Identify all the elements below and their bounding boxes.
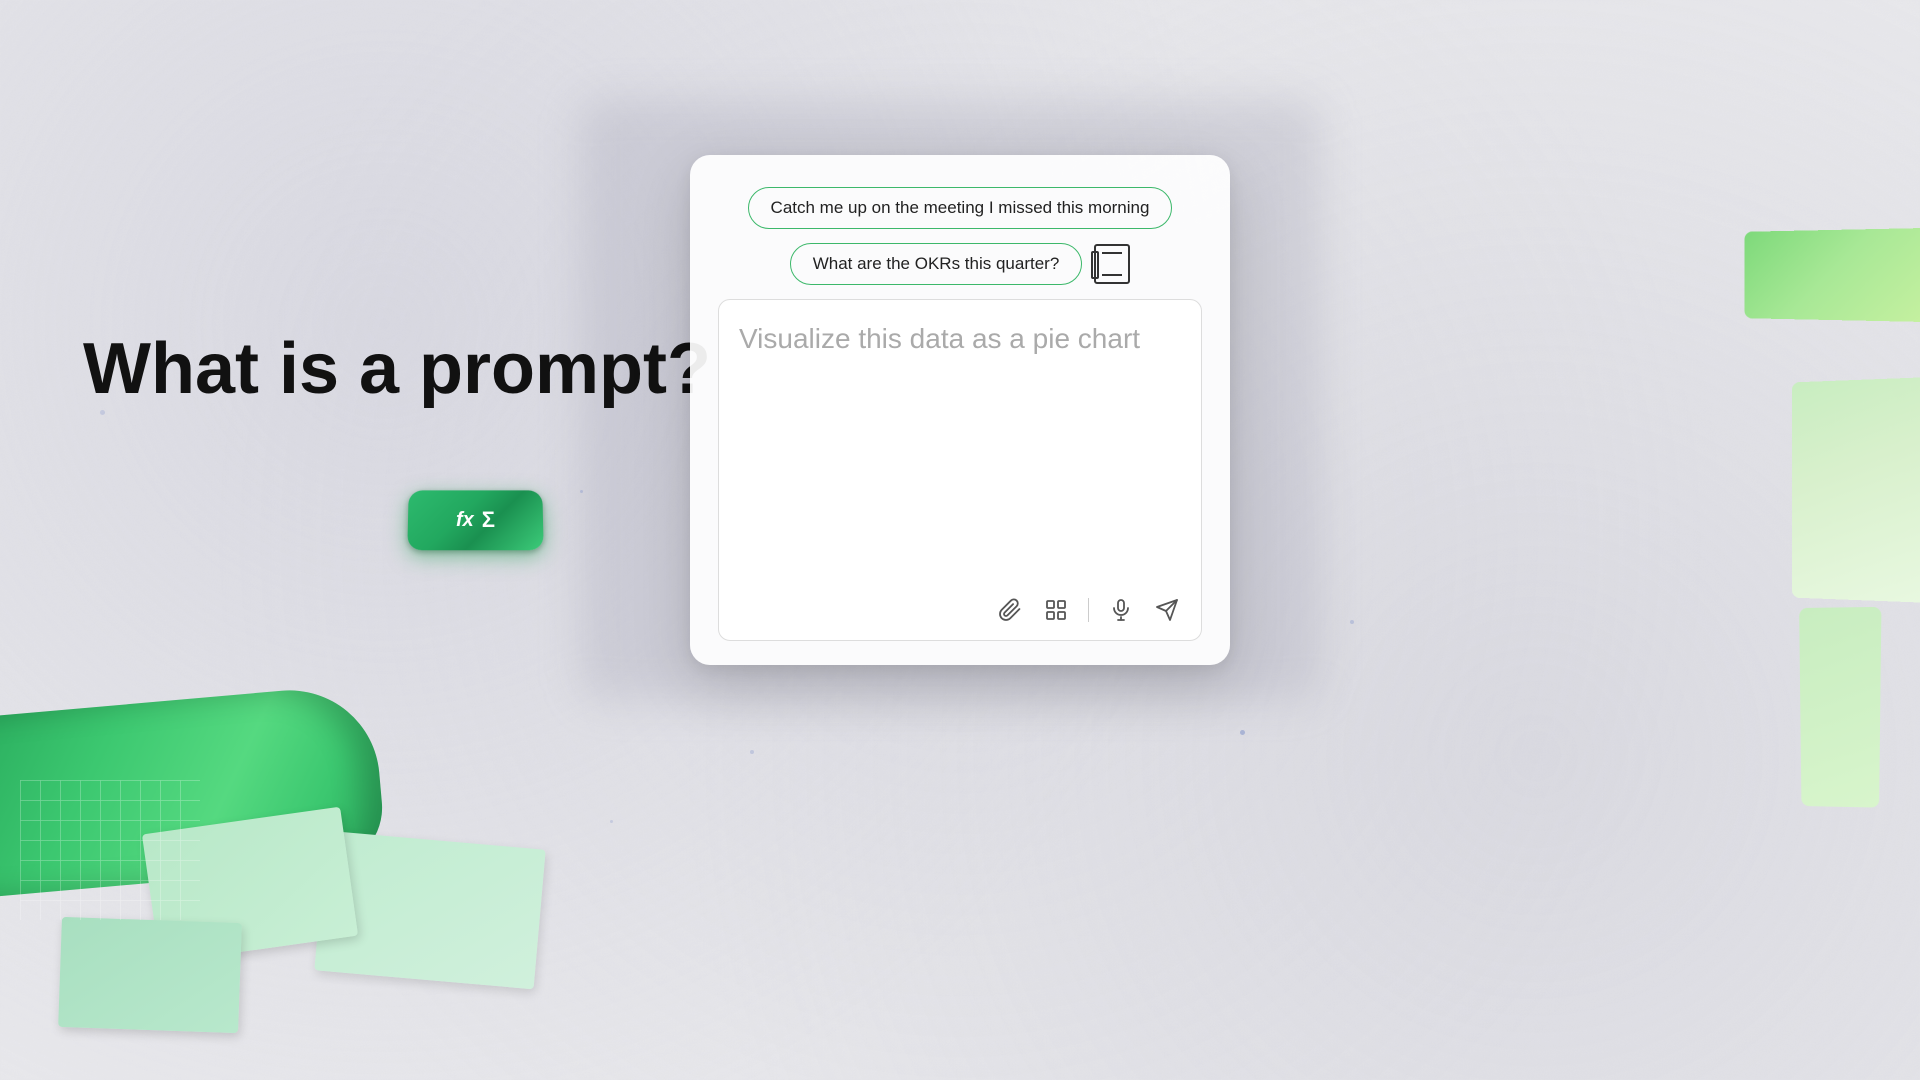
- attach-icon[interactable]: [996, 596, 1024, 624]
- deco-right-top: [1744, 228, 1920, 322]
- deco-right-mid: [1792, 377, 1920, 602]
- dot: [1240, 730, 1245, 735]
- deco-right-bottom: [1799, 607, 1881, 808]
- chip-catch-up[interactable]: Catch me up on the meeting I missed this…: [748, 187, 1173, 229]
- chip-row-1: Catch me up on the meeting I missed this…: [718, 187, 1202, 229]
- deco-note-3: [58, 917, 242, 1033]
- formula-button[interactable]: fx Σ: [407, 490, 543, 550]
- chip-okr[interactable]: What are the OKRs this quarter?: [790, 243, 1083, 285]
- plugin-icon[interactable]: [1042, 596, 1070, 624]
- dot: [100, 410, 105, 415]
- ui-card: Catch me up on the meeting I missed this…: [690, 155, 1230, 665]
- main-heading: What is a prompt?: [83, 330, 711, 409]
- input-area[interactable]: Visualize this data as a pie chart: [718, 299, 1202, 641]
- sigma-label: Σ: [482, 507, 495, 533]
- input-placeholder: Visualize this data as a pie chart: [739, 320, 1181, 358]
- notebook-icon[interactable]: [1094, 244, 1130, 284]
- chip-row-2: What are the OKRs this quarter?: [718, 243, 1202, 285]
- dot: [610, 820, 613, 823]
- dot: [580, 490, 583, 493]
- dot: [750, 750, 754, 754]
- toolbar-divider: [1088, 598, 1089, 622]
- input-toolbar: [739, 584, 1181, 624]
- deco-grid: [20, 780, 200, 920]
- mic-icon[interactable]: [1107, 596, 1135, 624]
- send-icon[interactable]: [1153, 596, 1181, 624]
- fx-label: fx: [456, 509, 474, 532]
- dot: [1350, 620, 1354, 624]
